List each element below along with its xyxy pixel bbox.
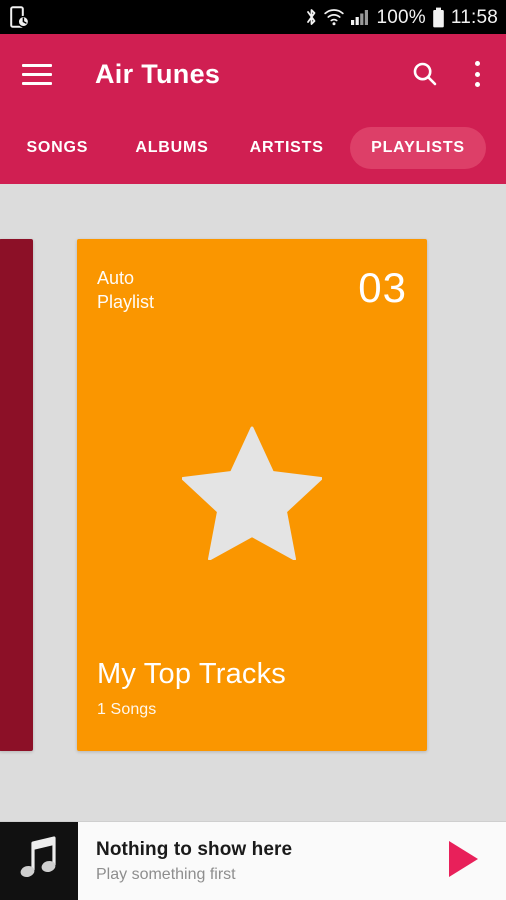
tab-songs[interactable]: SONGS xyxy=(0,127,115,169)
tab-bar: SONGS ALBUMS ARTISTS PLAYLISTS xyxy=(0,112,506,184)
cellular-signal-icon xyxy=(350,8,370,26)
status-bar-left xyxy=(10,6,29,28)
playlist-card-header: Auto Playlist 03 xyxy=(97,267,407,315)
status-bar-right: 100% 11:58 xyxy=(305,7,498,28)
tab-playlists[interactable]: PLAYLISTS xyxy=(350,127,487,169)
playlist-kind-line1: Auto xyxy=(97,268,135,288)
playlist-song-count: 1 Songs xyxy=(97,701,157,718)
now-playing-bar[interactable]: Nothing to show here Play something firs… xyxy=(0,821,506,900)
play-button[interactable] xyxy=(420,822,506,900)
playlist-card-previous[interactable] xyxy=(0,239,33,751)
music-note-icon xyxy=(17,835,61,887)
hamburger-menu-icon[interactable] xyxy=(22,62,52,86)
app-bar-actions xyxy=(410,59,488,89)
now-playing-subtitle: Play something first xyxy=(96,865,236,883)
status-bar: 100% 11:58 xyxy=(0,0,506,34)
page-title: Air Tunes xyxy=(95,58,221,89)
playlist-carousel[interactable]: Auto Playlist 03 My Top Tracks 1 Songs xyxy=(0,239,506,751)
battery-percent: 100% xyxy=(376,6,426,28)
playlist-name: My Top Tracks xyxy=(97,658,287,691)
playlist-kind-line2: Playlist xyxy=(97,291,155,312)
play-icon xyxy=(443,838,483,885)
tab-artists[interactable]: ARTISTS xyxy=(229,127,344,169)
app-root: 100% 11:58 Air Tunes SONGS ALBUMS ARTIST… xyxy=(0,0,506,900)
overflow-menu-icon[interactable] xyxy=(466,61,488,87)
playlist-kind-label: Auto Playlist xyxy=(97,267,154,315)
playlists-content: Auto Playlist 03 My Top Tracks 1 Songs N… xyxy=(0,184,506,900)
playlist-card-footer: My Top Tracks 1 Songs xyxy=(97,658,407,719)
now-playing-info: Nothing to show here Play something firs… xyxy=(78,822,420,900)
battery-full-icon xyxy=(432,7,445,28)
bluetooth-icon xyxy=(305,7,318,27)
playlist-card[interactable]: Auto Playlist 03 My Top Tracks 1 Songs xyxy=(77,239,427,751)
phone-clock-icon xyxy=(10,6,29,28)
now-playing-title: Nothing to show here xyxy=(96,838,293,860)
search-icon[interactable] xyxy=(410,59,440,89)
playlist-count: 03 xyxy=(358,264,407,311)
app-bar-top: Air Tunes xyxy=(0,36,506,112)
tab-albums[interactable]: ALBUMS xyxy=(115,127,230,169)
app-bar: Air Tunes SONGS ALBUMS ARTISTS PLAYLISTS xyxy=(0,34,506,184)
now-playing-thumbnail xyxy=(0,822,78,900)
star-icon xyxy=(181,426,323,565)
wifi-icon xyxy=(324,8,345,26)
status-clock: 11:58 xyxy=(450,6,498,28)
